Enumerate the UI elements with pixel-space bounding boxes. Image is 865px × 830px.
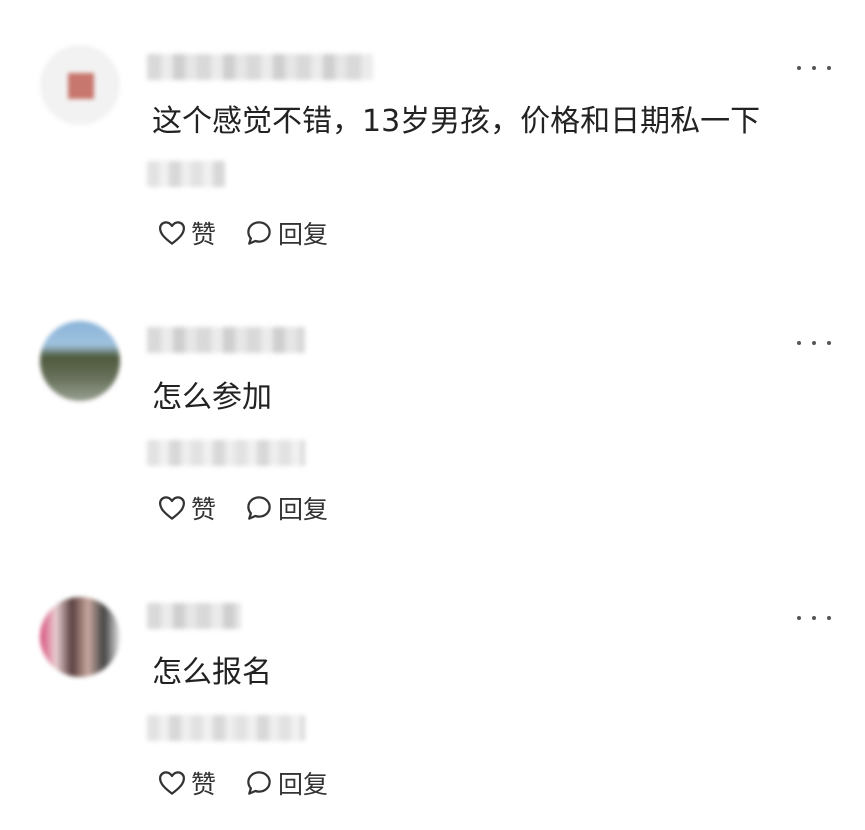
heart-outline-icon xyxy=(159,496,185,520)
comment-text: 怎么报名 xyxy=(152,655,272,690)
reply-button[interactable]: 回复 xyxy=(244,765,328,801)
avatar[interactable] xyxy=(40,597,120,677)
comment-actions: 赞 回复 xyxy=(157,491,356,525)
more-options-button[interactable] xyxy=(797,613,831,623)
reply-label: 回复 xyxy=(278,495,329,524)
more-dots-icon xyxy=(797,341,801,345)
like-label: 赞 xyxy=(191,770,217,799)
timestamp-redacted xyxy=(147,440,305,466)
username-redacted[interactable] xyxy=(147,327,305,353)
username-redacted[interactable] xyxy=(147,603,241,629)
like-label: 赞 xyxy=(191,495,217,524)
comment-actions: 赞 回复 xyxy=(157,766,356,800)
like-button[interactable]: 赞 xyxy=(157,490,216,526)
more-dots-icon xyxy=(797,616,801,620)
like-button[interactable]: 赞 xyxy=(157,765,216,801)
speech-bubble-icon xyxy=(247,771,271,795)
comment-item: 怎么报名 赞 回复 xyxy=(0,0,865,799)
timestamp-redacted xyxy=(147,715,305,741)
comment-text: 怎么参加 xyxy=(152,380,272,415)
heart-outline-icon xyxy=(159,771,185,795)
avatar[interactable] xyxy=(40,321,120,401)
reply-button[interactable]: 回复 xyxy=(244,490,328,526)
reply-label: 回复 xyxy=(278,770,329,799)
more-options-button[interactable] xyxy=(797,338,831,348)
speech-bubble-icon xyxy=(247,496,271,520)
